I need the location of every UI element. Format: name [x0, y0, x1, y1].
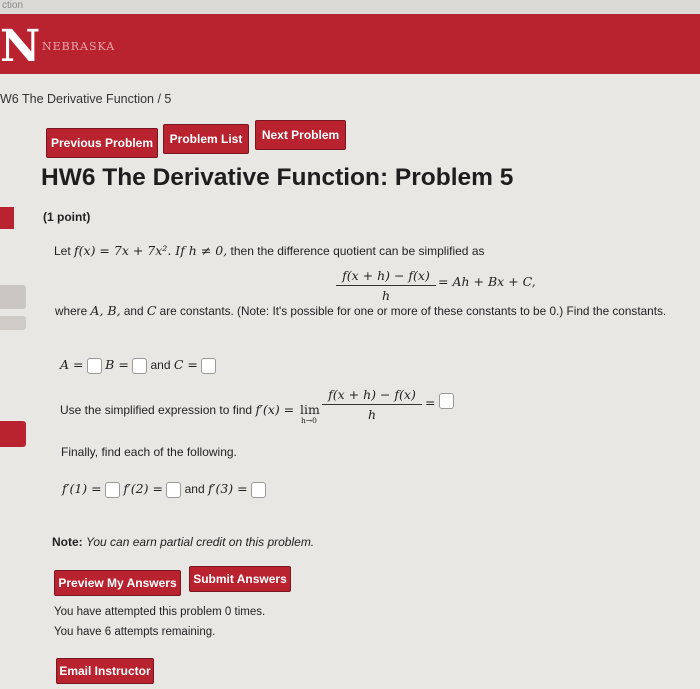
- where-vars: A, B,: [90, 303, 121, 318]
- intro-function: f(x) = 7x + 7x². If h ≠ 0,: [74, 243, 228, 258]
- where-text: where: [55, 304, 88, 318]
- lim-fraction-bar: [322, 404, 422, 405]
- c-and: and: [150, 358, 171, 372]
- dq-fraction-bar: [336, 285, 436, 286]
- breadcrumb[interactable]: W6 The Derivative Function / 5: [0, 92, 171, 106]
- a-answer-input[interactable]: [86, 357, 102, 374]
- f1-label: f′(1) =: [62, 481, 102, 496]
- lim-denominator: h: [367, 407, 377, 422]
- f3-label: f′(3) =: [208, 481, 248, 496]
- sidebar-tab-1[interactable]: [0, 207, 14, 229]
- where-line: where A, B, and C are constants. (Note: …: [55, 303, 666, 318]
- a-label: A =: [60, 357, 84, 372]
- submit-answers-button[interactable]: Submit Answers: [189, 566, 291, 592]
- sidebar-tab-2[interactable]: [0, 285, 26, 309]
- b-label: B =: [105, 357, 129, 372]
- difference-quotient: f(x + h) − f(x) h: [336, 268, 436, 303]
- sidebar-tab-4[interactable]: [0, 421, 26, 447]
- where-rest: are constants. (Note: It's possible for …: [159, 304, 667, 318]
- lim-numerator: f(x + h) − f(x): [328, 387, 416, 402]
- f2-answer-input[interactable]: [166, 481, 182, 498]
- dq-denominator: h: [381, 288, 391, 303]
- partial-credit-note: Note: You can earn partial credit on thi…: [52, 535, 314, 549]
- note-label: Note:: [52, 535, 83, 549]
- dq-rhs: = Ah + Bx + C,: [438, 274, 536, 289]
- c-answer-input[interactable]: [201, 357, 217, 374]
- page-title: HW6 The Derivative Function: Problem 5: [41, 164, 514, 191]
- b-answer-input[interactable]: [132, 357, 148, 374]
- nebraska-logo-icon[interactable]: N: [0, 22, 40, 72]
- next-problem-button[interactable]: Next Problem: [255, 120, 346, 150]
- limit-quotient: f(x + h) − f(x) h: [322, 387, 422, 422]
- lim-subscript: h→0: [301, 416, 317, 425]
- intro-let: Let: [54, 244, 71, 258]
- lim-word: lim: [300, 402, 320, 417]
- f3-answer-input[interactable]: [250, 481, 266, 498]
- problem-points: (1 point): [43, 210, 91, 224]
- derivative-answer-input[interactable]: [439, 393, 454, 409]
- f1-answer-input[interactable]: [104, 481, 120, 498]
- use-line: Use the simplified expression to find f′…: [60, 402, 294, 417]
- fprime-row: f′(1) = f′(2) = and f′(3) =: [62, 481, 266, 498]
- browser-tab-fragment: ction: [2, 0, 24, 11]
- preview-answers-button[interactable]: Preview My Answers: [54, 570, 181, 596]
- nebraska-logo-text: NEBRASKA: [42, 40, 116, 53]
- f2-label: f′(2) =: [123, 481, 163, 496]
- use-text: Use the simplified expression to find: [60, 403, 253, 417]
- browser-top-strip: ction: [0, 0, 700, 14]
- note-text: You can earn partial credit on this prob…: [86, 535, 315, 549]
- dq-numerator: f(x + h) − f(x): [342, 268, 430, 283]
- intro-rest: then the difference quotient can be simp…: [230, 244, 485, 258]
- f3-and: and: [184, 482, 205, 496]
- use-fprime: f′(x) =: [255, 402, 295, 417]
- intro-line: Let f(x) = 7x + 7x². If h ≠ 0, then the …: [54, 243, 485, 258]
- attempts-count: You have attempted this problem 0 times.: [54, 606, 266, 618]
- c-label: C =: [173, 357, 198, 372]
- problem-list-button[interactable]: Problem List: [163, 124, 249, 154]
- where-and: and: [123, 304, 144, 318]
- constants-row: A = B = and C =: [60, 357, 217, 374]
- lim-equals: =: [425, 395, 436, 410]
- attempts-remaining: You have 6 attempts remaining.: [54, 626, 216, 638]
- email-instructor-button[interactable]: Email Instructor: [56, 658, 154, 684]
- previous-problem-button[interactable]: Previous Problem: [46, 128, 158, 158]
- finally-text: Finally, find each of the following.: [61, 445, 237, 459]
- where-c: C: [146, 303, 157, 318]
- sidebar-tab-3[interactable]: [0, 316, 26, 330]
